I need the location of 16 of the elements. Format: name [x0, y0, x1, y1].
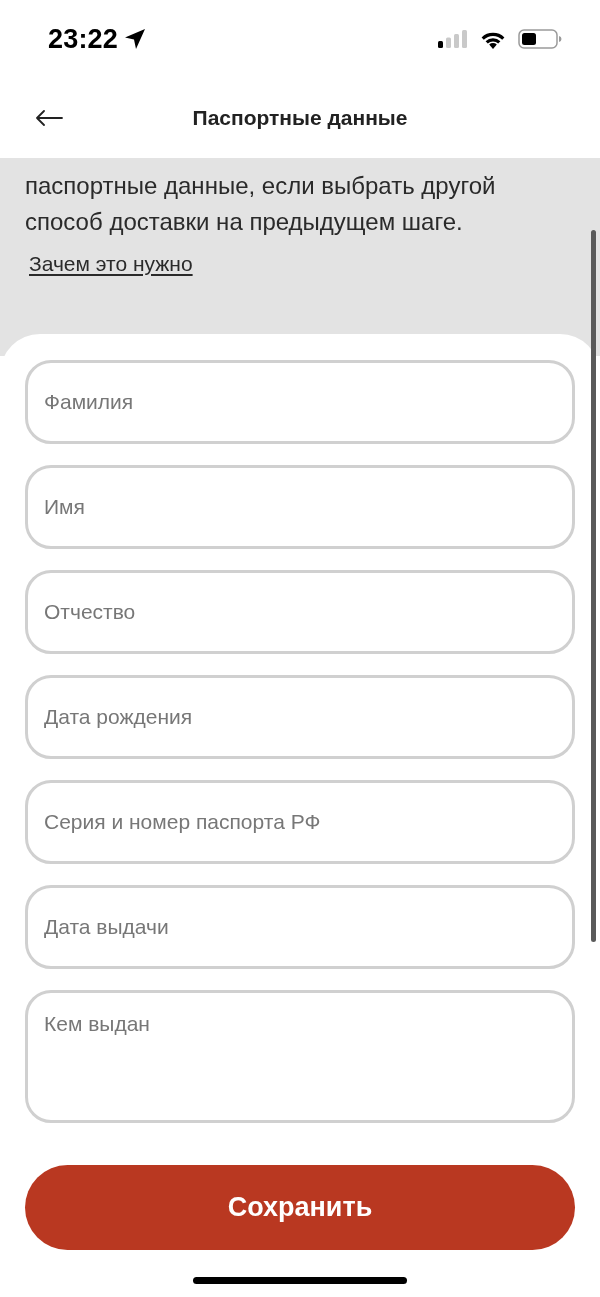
notice-text: паспортные данные, если выбрать другой способ доставки на предыдущем шаге. [25, 171, 497, 237]
page-title: Паспортные данные [192, 106, 408, 130]
battery-icon [518, 29, 562, 49]
input-field[interactable]: Отчество [25, 570, 575, 654]
text-area-field[interactable]: Кем выдан [25, 990, 575, 1123]
input-field[interactable]: Фамилия [25, 360, 575, 444]
why-needed-link[interactable]: Зачем это нужно [29, 252, 193, 276]
status-time: 23:22 [48, 23, 119, 55]
input-field[interactable]: Дата рождения [25, 675, 575, 759]
location-arrow-icon [124, 28, 147, 50]
input-field[interactable]: Дата выдачи [25, 885, 575, 969]
back-arrow-icon [35, 110, 63, 126]
input-field[interactable]: Имя [25, 465, 575, 549]
input-field[interactable]: Серия и номер паспорта РФ [25, 780, 575, 864]
save-button[interactable]: Сохранить [25, 1165, 575, 1250]
signal-icon [438, 30, 468, 48]
